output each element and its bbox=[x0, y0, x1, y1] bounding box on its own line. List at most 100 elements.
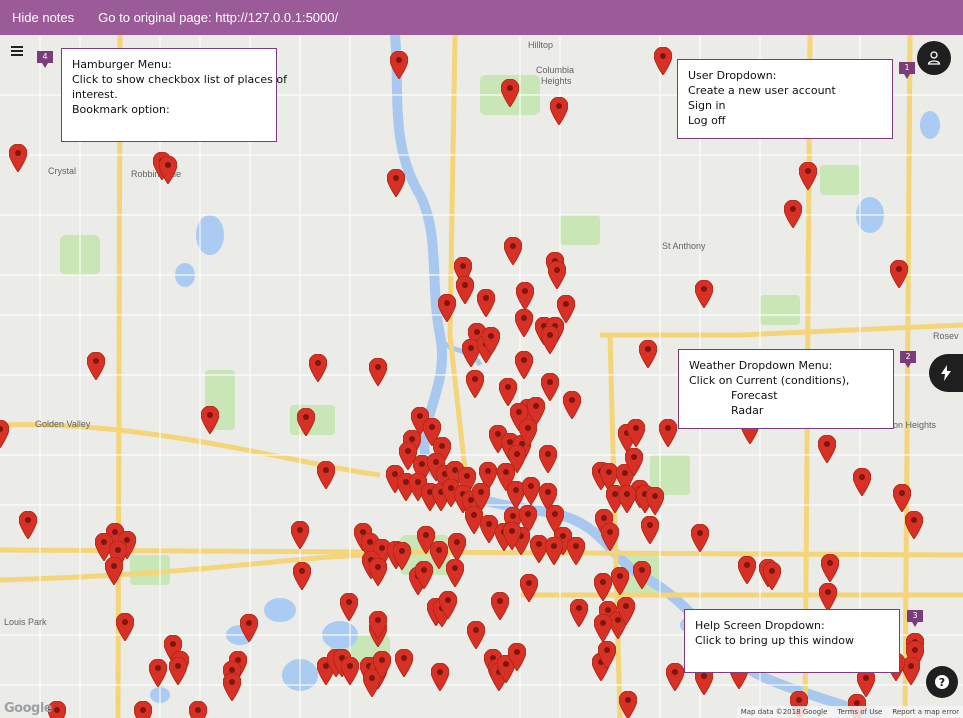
map-marker[interactable] bbox=[87, 352, 105, 380]
map-marker[interactable] bbox=[594, 573, 612, 601]
map-marker[interactable] bbox=[520, 574, 538, 602]
map-marker[interactable] bbox=[341, 657, 359, 685]
map-marker[interactable] bbox=[293, 562, 311, 590]
map-marker[interactable] bbox=[456, 276, 474, 304]
map-marker[interactable] bbox=[821, 554, 839, 582]
map-marker[interactable] bbox=[369, 358, 387, 386]
map-marker[interactable] bbox=[545, 537, 563, 565]
map-marker[interactable] bbox=[548, 261, 566, 289]
map-marker[interactable] bbox=[799, 162, 817, 190]
map-marker[interactable] bbox=[149, 659, 167, 687]
map-marker[interactable] bbox=[617, 597, 635, 625]
map-marker[interactable] bbox=[515, 351, 533, 379]
map-marker[interactable] bbox=[611, 567, 629, 595]
map-marker[interactable] bbox=[905, 511, 923, 539]
map-marker[interactable] bbox=[373, 651, 391, 679]
map-marker[interactable] bbox=[482, 327, 500, 355]
map-marker[interactable] bbox=[659, 419, 677, 447]
map-marker[interactable] bbox=[633, 561, 651, 589]
map-marker[interactable] bbox=[639, 340, 657, 368]
map-marker[interactable] bbox=[431, 663, 449, 691]
map-marker[interactable] bbox=[317, 461, 335, 489]
map-marker[interactable] bbox=[541, 326, 559, 354]
map-marker[interactable] bbox=[223, 673, 241, 701]
map-marker[interactable] bbox=[309, 354, 327, 382]
help-button[interactable]: ? bbox=[926, 666, 958, 698]
map-marker[interactable] bbox=[467, 621, 485, 649]
map-marker[interactable] bbox=[503, 522, 521, 550]
map-marker[interactable] bbox=[618, 485, 636, 513]
map-marker[interactable] bbox=[393, 542, 411, 570]
map-marker[interactable] bbox=[594, 614, 612, 642]
map-marker[interactable] bbox=[340, 593, 358, 621]
map-marker[interactable] bbox=[499, 378, 517, 406]
map-marker[interactable] bbox=[369, 611, 387, 639]
map-marker[interactable] bbox=[619, 691, 637, 718]
map-marker[interactable] bbox=[567, 537, 585, 565]
map-marker[interactable] bbox=[189, 701, 207, 718]
note-line: Create a new user account bbox=[688, 84, 836, 97]
map-marker[interactable] bbox=[415, 561, 433, 589]
map-marker[interactable] bbox=[19, 511, 37, 539]
map-marker[interactable] bbox=[627, 419, 645, 447]
map-marker[interactable] bbox=[240, 614, 258, 642]
map-marker[interactable] bbox=[105, 557, 123, 585]
map-marker[interactable] bbox=[439, 591, 457, 619]
map-marker[interactable] bbox=[291, 521, 309, 549]
map-marker[interactable] bbox=[501, 79, 519, 107]
map-marker[interactable] bbox=[491, 592, 509, 620]
map-marker[interactable] bbox=[9, 144, 27, 172]
original-page-link[interactable]: Go to original page: http://127.0.0.1:50… bbox=[98, 10, 338, 25]
map-marker[interactable] bbox=[477, 289, 495, 317]
terms-link[interactable]: Terms of Use bbox=[837, 708, 882, 716]
map-marker[interactable] bbox=[387, 169, 405, 197]
map-marker[interactable] bbox=[818, 435, 836, 463]
map-marker[interactable] bbox=[134, 701, 152, 718]
map-marker[interactable] bbox=[641, 516, 659, 544]
map-marker[interactable] bbox=[819, 583, 837, 611]
map-marker[interactable] bbox=[550, 97, 568, 125]
map-marker[interactable] bbox=[784, 200, 802, 228]
map-marker[interactable] bbox=[893, 484, 911, 512]
map-marker[interactable] bbox=[654, 47, 672, 75]
map-marker[interactable] bbox=[508, 643, 526, 671]
map-marker[interactable] bbox=[625, 448, 643, 476]
map-marker[interactable] bbox=[890, 260, 908, 288]
weather-button[interactable] bbox=[929, 354, 963, 392]
map-marker[interactable] bbox=[598, 641, 616, 669]
map-marker[interactable] bbox=[466, 370, 484, 398]
map-marker[interactable] bbox=[857, 669, 875, 697]
map-marker[interactable] bbox=[0, 420, 9, 448]
user-button[interactable] bbox=[917, 41, 951, 75]
map-marker[interactable] bbox=[853, 468, 871, 496]
map-marker[interactable] bbox=[601, 523, 619, 551]
map-marker[interactable] bbox=[395, 649, 413, 677]
map-marker[interactable] bbox=[570, 599, 588, 627]
map-marker[interactable] bbox=[515, 309, 533, 337]
report-error-link[interactable]: Report a map error bbox=[892, 708, 959, 716]
map-marker[interactable] bbox=[691, 524, 709, 552]
map-marker[interactable] bbox=[666, 663, 684, 691]
map-marker[interactable] bbox=[297, 408, 315, 436]
map-marker[interactable] bbox=[169, 657, 187, 685]
map-marker[interactable] bbox=[646, 487, 664, 515]
map-marker[interactable] bbox=[446, 559, 464, 587]
map-marker[interactable] bbox=[563, 391, 581, 419]
map-marker[interactable] bbox=[390, 51, 408, 79]
map-marker[interactable] bbox=[763, 562, 781, 590]
map-marker[interactable] bbox=[201, 406, 219, 434]
map-marker[interactable] bbox=[448, 533, 466, 561]
map-marker[interactable] bbox=[438, 294, 456, 322]
map-marker[interactable] bbox=[504, 237, 522, 265]
hide-notes-link[interactable]: Hide notes bbox=[12, 10, 74, 25]
hamburger-icon[interactable] bbox=[11, 46, 23, 58]
map-marker[interactable] bbox=[522, 477, 540, 505]
map-marker[interactable] bbox=[116, 613, 134, 641]
map-marker[interactable] bbox=[516, 282, 534, 310]
map-marker[interactable] bbox=[539, 445, 557, 473]
map-marker[interactable] bbox=[738, 556, 756, 584]
map-marker[interactable] bbox=[159, 156, 177, 184]
map-marker[interactable] bbox=[369, 558, 387, 586]
map-marker[interactable] bbox=[519, 419, 537, 447]
map-marker[interactable] bbox=[695, 280, 713, 308]
